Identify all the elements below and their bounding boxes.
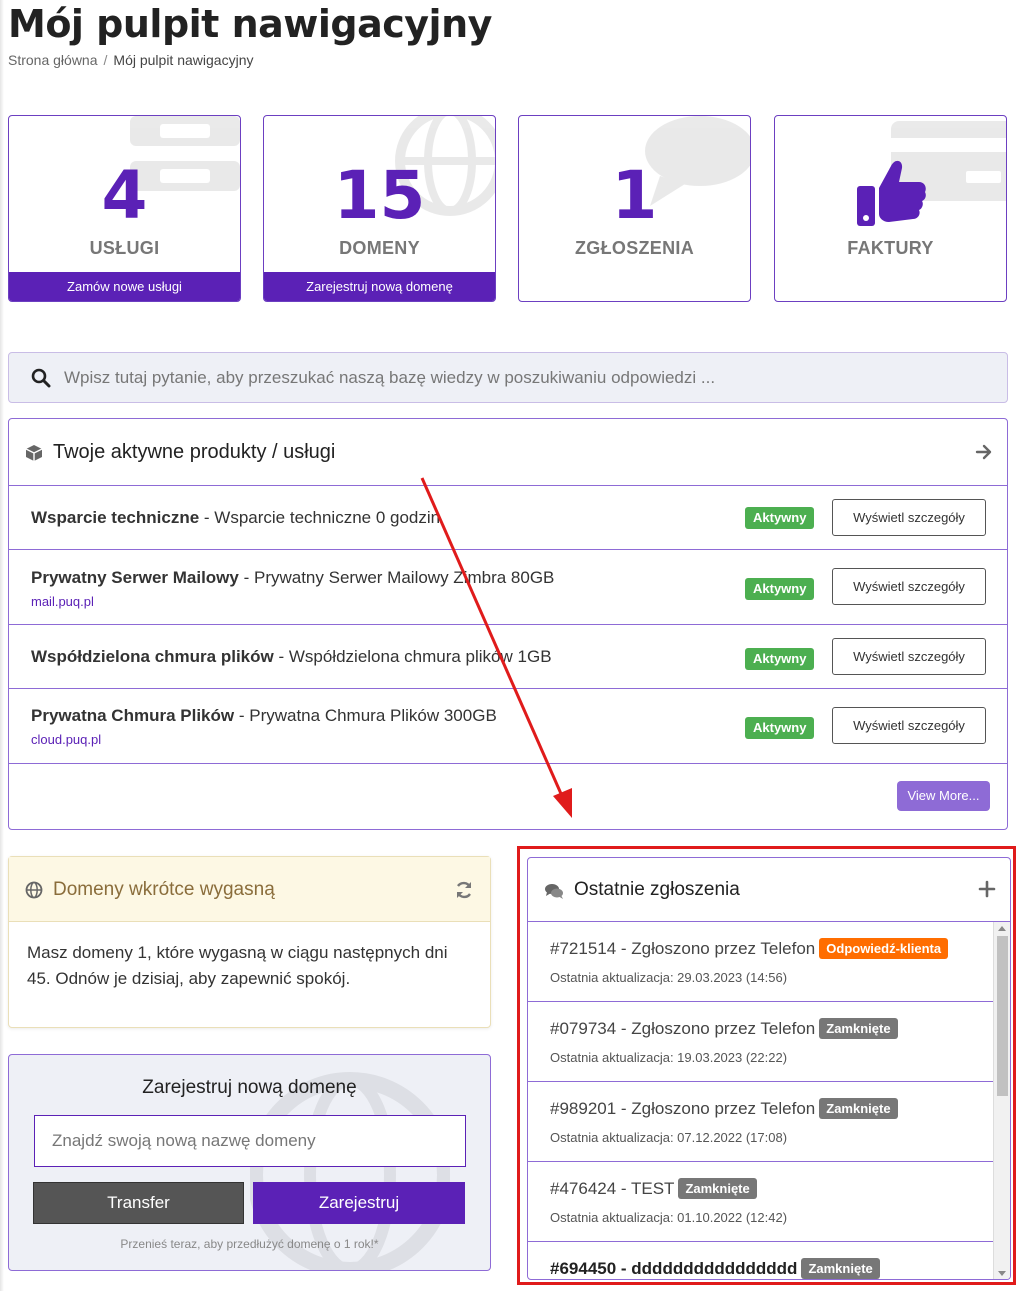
active-products-title: Twoje aktywne produkty / usługi — [53, 441, 336, 463]
view-more-button[interactable]: View More... — [897, 781, 990, 811]
domain-search-input[interactable] — [34, 1115, 466, 1167]
product-row: Współdzielona chmura plików - Współdziel… — [9, 625, 1007, 689]
ticket-row[interactable]: #476424 - TEST Zamknięte Ostatnia aktuali… — [528, 1162, 995, 1242]
ticket-last-updated: Ostatnia aktualizacja: 07.12.2022 (17:08… — [550, 1130, 788, 1145]
expiring-domains-title: Domeny wkrótce wygasną — [53, 879, 275, 900]
recent-tickets-panel: Ostatnie zgłoszenia #721514 - Zgłoszono … — [527, 857, 1011, 1280]
status-badge: Zamknięte — [819, 1018, 898, 1039]
product-name: Prywatna Chmura Plików — [31, 706, 235, 725]
breadcrumb-current: Mój pulpit nawigacyjny — [113, 52, 254, 68]
product-description: - Prywatny Serwer Mailowy Zimbra 80GB — [238, 568, 555, 587]
ticket-subject: #694450 - dddddddddddddddd — [550, 1259, 798, 1278]
window-edge — [0, 0, 4, 1291]
active-products-header: Twoje aktywne produkty / usługi — [9, 419, 1007, 486]
register-new-domain-link[interactable]: Zarejestruj nową domenę — [264, 272, 495, 301]
ticket-subject: #989201 - Zgłoszono przez Telefon — [550, 1099, 816, 1118]
register-domain-panel: Zarejestruj nową domenę Transfer Zarejes… — [8, 1054, 491, 1271]
knowledgebase-search — [8, 352, 1008, 403]
status-badge: Zamknięte — [801, 1258, 880, 1279]
tile-invoices-label: FAKTURY — [847, 238, 934, 258]
tile-domains-label: DOMENY — [339, 238, 420, 258]
recent-tickets-title: Ostatnie zgłoszenia — [574, 879, 740, 900]
transfer-button[interactable]: Transfer — [33, 1182, 244, 1224]
status-badge: Zamknięte — [819, 1098, 898, 1119]
view-details-button[interactable]: Wyświetl szczegóły — [832, 499, 986, 536]
tile-invoices[interactable]: FAKTURY — [774, 115, 1007, 302]
product-name: Współdzielona chmura plików — [31, 647, 274, 666]
expiring-domains-header: Domeny wkrótce wygasną — [9, 857, 490, 922]
page-title: Mój pulpit nawigacyjny — [8, 2, 492, 46]
ticket-row[interactable]: #721514 - Zgłoszono przez Telefon Odpowie… — [528, 922, 995, 1002]
status-badge: Zamknięte — [678, 1178, 757, 1199]
refresh-icon[interactable] — [454, 880, 474, 900]
tile-services-label: USŁUGI — [89, 238, 160, 258]
product-description: - Współdzielona chmura plików 1GB — [273, 647, 552, 666]
breadcrumb: Strona główna / Mój pulpit nawigacyjny — [8, 52, 253, 68]
tile-tickets-label: ZGŁOSZENIA — [575, 238, 694, 258]
scrollbar-thumb[interactable] — [997, 936, 1008, 1096]
transfer-note: Przenieś teraz, aby przedłużyć domenę o … — [120, 1237, 379, 1251]
product-domain-link[interactable]: mail.puq.pl — [31, 594, 94, 609]
ticket-row[interactable]: #694450 - dddddddddddddddd Zamknięte — [528, 1242, 995, 1279]
status-badge: Aktywny — [745, 717, 815, 739]
expiring-domains-panel: Domeny wkrótce wygasną Masz domeny 1, kt… — [8, 856, 491, 1028]
ticket-subject: #721514 - Zgłoszono przez Telefon — [550, 939, 816, 958]
register-button[interactable]: Zarejestruj — [253, 1182, 465, 1224]
status-badge: Aktywny — [745, 507, 815, 529]
view-details-button[interactable]: Wyświetl szczegóły — [832, 638, 986, 675]
active-products-panel: Twoje aktywne produkty / usługi Wsparcie… — [8, 418, 1008, 830]
tile-services-count: 4 — [101, 157, 148, 234]
product-description: - Wsparcie techniczne 0 godzin — [199, 508, 441, 527]
breadcrumb-separator: / — [103, 52, 108, 68]
status-badge: Aktywny — [745, 578, 815, 600]
ticket-last-updated: Ostatnia aktualizacja: 29.03.2023 (14:56… — [550, 970, 788, 985]
tile-domains-count: 15 — [333, 157, 426, 234]
scroll-down-arrow[interactable] — [998, 1271, 1006, 1276]
cube-icon — [25, 445, 43, 461]
register-domain-title: Zarejestruj nową domenę — [142, 1077, 357, 1098]
status-badge: Aktywny — [745, 648, 815, 670]
comments-icon — [545, 884, 563, 899]
recent-tickets-header: Ostatnie zgłoszenia — [528, 858, 1010, 922]
breadcrumb-home[interactable]: Strona główna — [8, 52, 98, 68]
product-name: Wsparcie techniczne — [31, 508, 200, 527]
tile-domains[interactable]: 15 DOMENY Zarejestruj nową domenę — [263, 115, 496, 302]
arrow-right-icon[interactable] — [975, 443, 993, 461]
order-new-services-button[interactable]: Zamów nowe usługi — [9, 272, 240, 301]
tile-services[interactable]: 4 USŁUGI Zamów nowe usługi — [8, 115, 241, 302]
expiring-domains-message: Masz domeny 1, które wygasną w ciągu nas… — [27, 943, 448, 988]
status-badge: Odpowiedź-klienta — [819, 938, 949, 959]
view-details-button[interactable]: Wyświetl szczegóły — [832, 568, 986, 605]
product-description: - Prywatna Chmura Plików 300GB — [234, 706, 497, 725]
tickets-list: #721514 - Zgłoszono przez Telefon Odpowie… — [528, 922, 995, 1279]
product-row: Prywatna Chmura Plików - Prywatna Chmura… — [9, 689, 1007, 764]
product-domain-link[interactable]: cloud.puq.pl — [31, 732, 101, 747]
plus-icon[interactable] — [978, 880, 996, 898]
ticket-subject: #079734 - Zgłoszono przez Telefon — [550, 1019, 816, 1038]
ticket-row[interactable]: #989201 - Zgłoszono przez Telefon Zamknię… — [528, 1082, 995, 1162]
product-name: Prywatny Serwer Mailowy — [31, 568, 239, 587]
search-icon[interactable] — [31, 368, 51, 388]
product-row: Prywatny Serwer Mailowy - Prywatny Serwe… — [9, 550, 1007, 625]
scroll-up-arrow[interactable] — [998, 926, 1006, 931]
tile-tickets-count: 1 — [611, 157, 658, 234]
thumbs-up-icon — [857, 160, 926, 226]
highlight-box: Ostatnie zgłoszenia #721514 - Zgłoszono … — [517, 846, 1016, 1285]
tile-tickets[interactable]: 1 ZGŁOSZENIA — [518, 115, 751, 302]
ticket-row[interactable]: #079734 - Zgłoszono przez Telefon Zamknię… — [528, 1002, 995, 1082]
product-row: Wsparcie techniczne - Wsparcie techniczn… — [9, 486, 1007, 550]
ticket-last-updated: Ostatnia aktualizacja: 01.10.2022 (12:42… — [550, 1210, 788, 1225]
globe-icon — [25, 881, 43, 899]
search-input[interactable] — [64, 361, 984, 395]
view-details-button[interactable]: Wyświetl szczegóły — [832, 707, 986, 744]
ticket-last-updated: Ostatnia aktualizacja: 19.03.2023 (22:22… — [550, 1050, 788, 1065]
ticket-subject: #476424 - TEST — [550, 1179, 675, 1198]
tickets-scrollbar[interactable] — [993, 922, 1010, 1279]
